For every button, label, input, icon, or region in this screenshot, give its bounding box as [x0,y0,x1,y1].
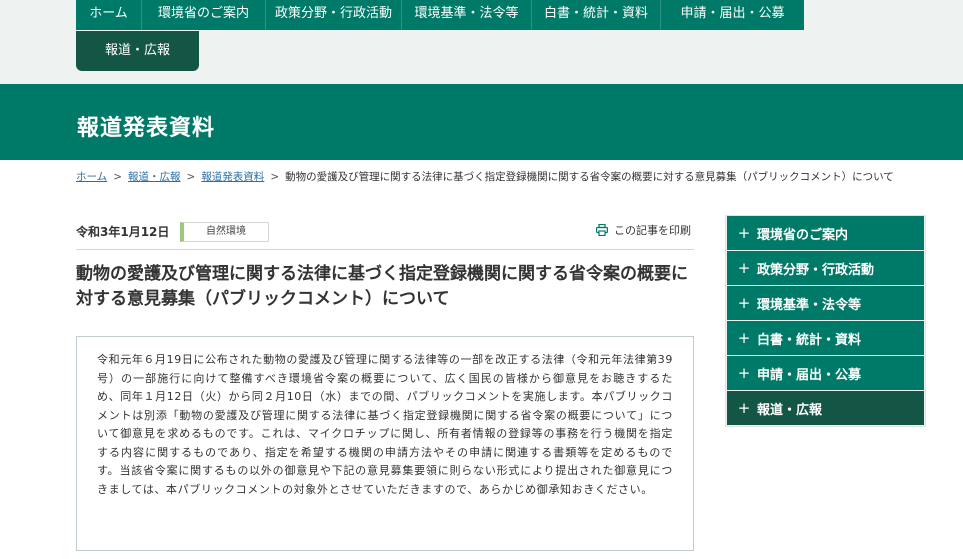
side-item-label: 報道・広報 [757,402,823,418]
gnav-item-policy[interactable]: 政策分野・行政活動 [266,0,402,30]
plus-icon: + [737,224,751,242]
plus-icon: + [737,329,751,347]
global-nav: ホーム 環境省のご案内 政策分野・行政活動 環境基準・法令等 白書・統計・資料 … [76,0,804,30]
gnav-item-about[interactable]: 環境省のご案内 [142,0,266,30]
breadcrumb-current: 動物の愛護及び管理に関する法律に基づく指定登録機関に関する省令案の概要に対する意… [285,171,894,183]
breadcrumb-separator: > [270,171,280,183]
page-title: 報道発表資料 [77,116,216,141]
side-item-about[interactable]: + 環境省のご案内 [727,216,924,250]
article-date: 令和3年1月12日 [76,225,170,239]
printer-icon [596,224,608,236]
side-nav: + 環境省のご案内 + 政策分野・行政活動 + 環境基準・法令等 + 白書・統計・資料 … [725,215,926,427]
side-item-label: 申請・届出・公募 [757,367,862,383]
gnav-item-home[interactable]: ホーム [76,0,142,30]
breadcrumb-link-releases[interactable]: 報道発表資料 [201,171,264,183]
gnav-item-whitepaper[interactable]: 白書・統計・資料 [532,0,661,30]
print-link[interactable]: この記事を印刷 [596,222,691,238]
gnav-item-standards[interactable]: 環境基準・法令等 [402,0,532,30]
article-title: 動物の愛護及び管理に関する法律に基づく指定登録機関に関する省令案の概要に対する意… [76,264,688,309]
plus-icon: + [737,294,751,312]
print-label: この記事を印刷 [614,224,691,237]
article-body: 令和元年６月19日に公布された動物の愛護及び管理に関する法律等の一部を改正する法… [97,353,673,496]
side-item-standards[interactable]: + 環境基準・法令等 [727,286,924,320]
plus-icon: + [737,259,751,277]
article-body-box: 令和元年６月19日に公布された動物の愛護及び管理に関する法律等の一部を改正する法… [76,336,694,551]
side-item-label: 環境省のご案内 [757,227,849,243]
category-tag[interactable]: 自然環境 [180,222,269,242]
side-item-label: 白書・統計・資料 [757,332,862,348]
breadcrumb-separator: > [113,171,122,183]
gnav-item-applications[interactable]: 申請・届出・公募 [661,0,804,30]
divider [76,249,694,250]
breadcrumb-separator: > [186,171,196,183]
side-item-label: 環境基準・法令等 [757,297,862,313]
plus-icon: + [737,399,751,417]
side-item-policy[interactable]: + 政策分野・行政活動 [727,251,924,285]
side-item-press[interactable]: + 報道・広報 [727,391,924,425]
plus-icon: + [737,364,751,382]
gnav-item-press[interactable]: 報道・広報 [76,31,199,71]
side-item-whitepaper[interactable]: + 白書・統計・資料 [727,321,924,355]
side-item-applications[interactable]: + 申請・届出・公募 [727,356,924,390]
breadcrumb-link-press[interactable]: 報道・広報 [128,171,181,183]
breadcrumb-link-home[interactable]: ホーム [76,171,107,183]
breadcrumb: ホーム > 報道・広報 > 報道発表資料 > 動物の愛護及び管理に関する法律に基づく指定登録… [76,169,894,184]
side-item-label: 政策分野・行政活動 [757,262,875,278]
